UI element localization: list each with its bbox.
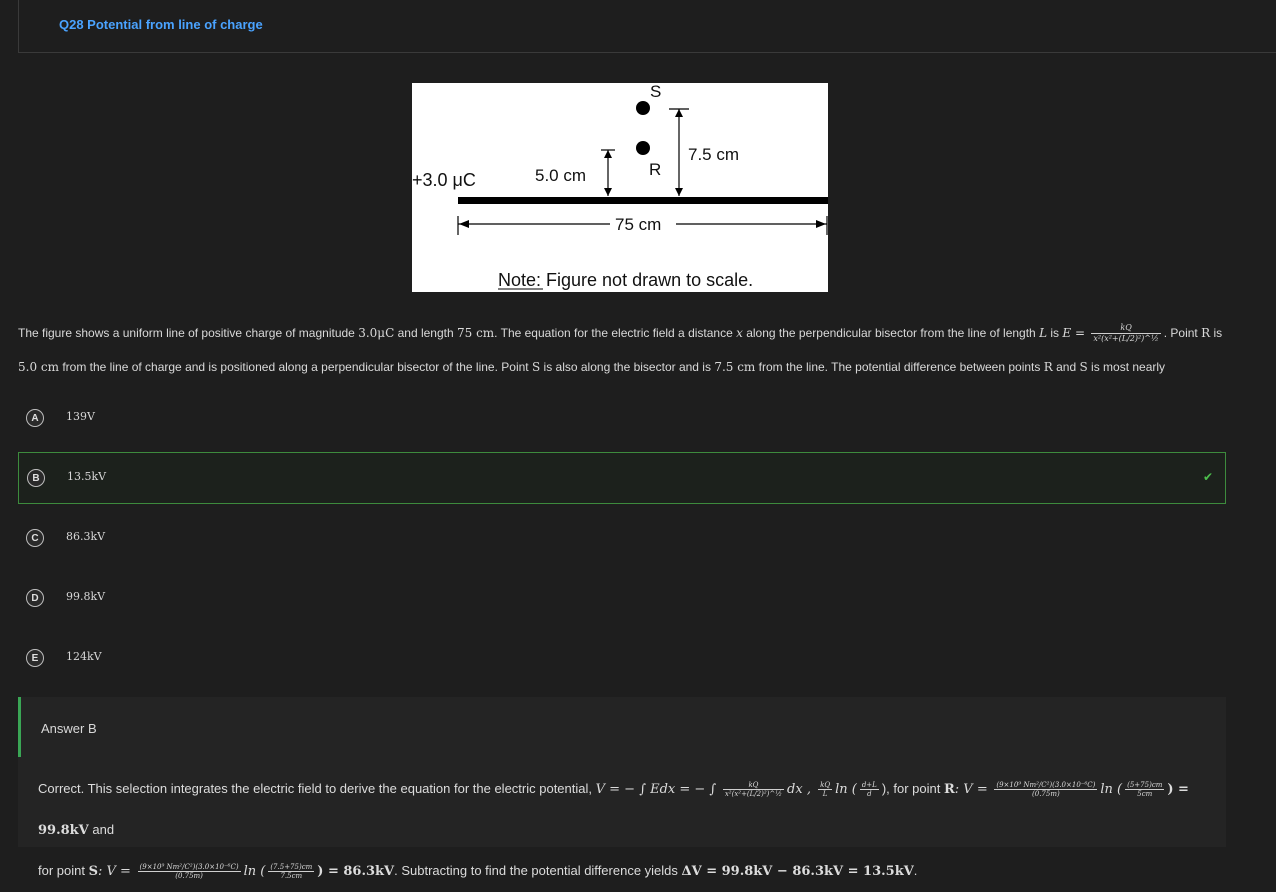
- figure-dist-r: 5.0 cm: [535, 166, 586, 185]
- answer-explanation: Correct. This selection integrates the e…: [38, 781, 1189, 881]
- choice-e[interactable]: E 124kV: [18, 632, 1226, 684]
- choice-b-badge: B: [27, 469, 45, 487]
- line-of-charge-figure: +3.0 μC S R 5.0 cm 7.5 cm 75 cm Note: Fi…: [412, 83, 828, 292]
- choice-d[interactable]: D 99.8kV: [18, 572, 1226, 624]
- choice-c-badge: C: [26, 529, 44, 547]
- figure-label-s: S: [650, 83, 661, 101]
- answer-label: Answer B: [41, 721, 97, 736]
- choice-d-text: 99.8kV: [66, 590, 106, 603]
- line-of-charge: [458, 197, 828, 204]
- figure-note: Note: Figure not drawn to scale.: [498, 270, 753, 290]
- choice-a[interactable]: A 139V: [18, 392, 1226, 444]
- question-text: The figure shows a uniform line of posit…: [18, 323, 1223, 374]
- choice-c-text: 86.3kV: [66, 530, 106, 543]
- figure-charge-label: +3.0 μC: [412, 170, 476, 190]
- question-header: Q28 Potential from line of charge: [18, 0, 1276, 53]
- question-title[interactable]: Q28 Potential from line of charge: [59, 17, 263, 32]
- choice-a-badge: A: [26, 409, 44, 427]
- choice-e-text: 124kV: [66, 650, 102, 663]
- choice-b-text: 13.5kV: [67, 470, 107, 483]
- figure-length: 75 cm: [615, 215, 661, 234]
- figure-label-r: R: [649, 160, 661, 179]
- choice-a-text: 139V: [66, 410, 95, 423]
- choice-b[interactable]: B 13.5kV ✔: [18, 452, 1226, 504]
- choice-d-badge: D: [26, 589, 44, 607]
- figure-dist-s: 7.5 cm: [688, 145, 739, 164]
- point-s: [636, 101, 650, 115]
- correct-check-icon: ✔: [1202, 470, 1213, 484]
- answer-panel: Answer B Correct. This selection integra…: [18, 697, 1226, 880]
- answer-accent-bar: [18, 697, 21, 757]
- choice-e-badge: E: [26, 649, 44, 667]
- choice-c[interactable]: C 86.3kV: [18, 512, 1226, 564]
- point-r: [636, 141, 650, 155]
- field-equation-fraction: kQ x²(x²+(L/2)²)^½: [1091, 323, 1161, 344]
